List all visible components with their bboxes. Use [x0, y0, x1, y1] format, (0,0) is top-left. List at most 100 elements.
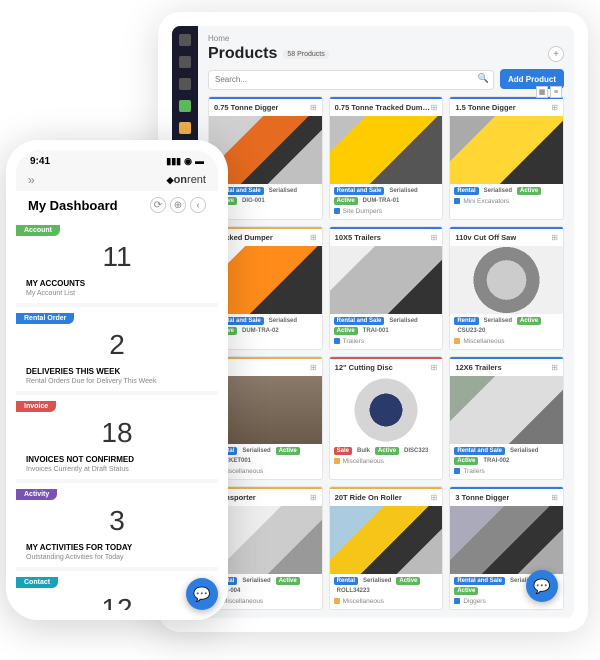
- product-code: CSU23-20: [454, 327, 488, 335]
- wifi-icon: ◉: [184, 156, 192, 167]
- product-grid: 0.75 Tonne Digger⊞ Rental and SaleSerial…: [208, 96, 564, 610]
- product-name: 3 Tonne Digger: [455, 493, 509, 502]
- product-category[interactable]: Mini Excavators: [450, 198, 563, 209]
- product-image: [330, 506, 443, 574]
- nav-icon[interactable]: [179, 34, 191, 46]
- settings-icon[interactable]: ⊕: [170, 197, 186, 213]
- product-name: 12" Cutting Disc: [335, 363, 393, 372]
- more-icon[interactable]: ⊞: [551, 363, 558, 372]
- more-icon[interactable]: ⊞: [310, 493, 317, 502]
- dashboard-sections: Account 11 MY ACCOUNTS My Account List R…: [16, 219, 218, 610]
- product-tag: Rental: [454, 317, 478, 325]
- more-icon[interactable]: ⊞: [551, 233, 558, 242]
- product-name: 12X6 Trailers: [455, 363, 501, 372]
- status-bar: 9:41 ▮▮▮ ◉ ▬: [16, 150, 218, 169]
- section-subtitle: My Account List: [16, 290, 218, 303]
- dashboard-section[interactable]: Rental Order 2 DELIVERIES THIS WEEK Rent…: [16, 307, 218, 391]
- product-name: 1.5 Tonne Digger: [455, 103, 515, 112]
- more-icon[interactable]: ⊞: [551, 493, 558, 502]
- product-category[interactable]: Trailers: [450, 468, 563, 479]
- dashboard-section[interactable]: Activity 3 MY ACTIVITIES FOR TODAY Outst…: [16, 483, 218, 567]
- tag-row: Rental and SaleSerialisedActiveDUM-TRA-0…: [330, 184, 443, 208]
- more-icon[interactable]: ⊞: [310, 103, 317, 112]
- section-count: 18: [16, 413, 218, 453]
- product-category[interactable]: Miscellaneous: [330, 598, 443, 609]
- product-card[interactable]: 0.75 Tonne Tracked Dumper⊞ Rental and Sa…: [329, 96, 444, 220]
- refresh-icon[interactable]: ⟳: [150, 197, 166, 213]
- product-tag: Rental and Sale: [454, 447, 505, 455]
- product-card[interactable]: 10X5 Trailers⊞ Rental and SaleSerialised…: [329, 226, 444, 350]
- product-tag: Active: [454, 457, 478, 465]
- product-tag: Serialised: [360, 577, 394, 585]
- product-category[interactable]: Miscellaneous: [330, 458, 443, 469]
- product-card[interactable]: 12" Cutting Disc⊞ SaleBulkActiveDISC323 …: [329, 356, 444, 480]
- product-category[interactable]: Trailers: [330, 338, 443, 349]
- section-count: 2: [16, 325, 218, 365]
- section-tab: Rental Order: [16, 313, 74, 324]
- product-category[interactable]: Miscellaneous: [450, 338, 563, 349]
- more-icon[interactable]: ⊞: [431, 363, 438, 372]
- main-content: Home Products 58 Products + 🔍 Add Produc…: [198, 26, 574, 618]
- product-code: DUM-TRA-02: [239, 327, 282, 335]
- product-tag: Bulk: [354, 447, 373, 455]
- section-label: MY ACTIVITIES FOR TODAY: [16, 541, 218, 554]
- product-code: DUM-TRA-01: [360, 197, 403, 205]
- tag-row: Rental and SaleSerialisedActiveTRAI-002: [450, 444, 563, 468]
- product-tag: Serialised: [266, 187, 300, 195]
- more-icon[interactable]: ⊞: [551, 103, 558, 112]
- product-tag: Rental and Sale: [334, 317, 385, 325]
- section-tab: Account: [16, 225, 60, 236]
- grid-view-icon[interactable]: ▦: [536, 86, 548, 98]
- tablet-screen: Home Products 58 Products + 🔍 Add Produc…: [172, 26, 574, 618]
- search-icon[interactable]: 🔍: [478, 73, 489, 84]
- phone-screen: 9:41 ▮▮▮ ◉ ▬ » ◆onrent My Dashboard ⟳ ⊕ …: [16, 150, 218, 610]
- tag-row: RentalSerialisedActiveCSU23-20: [450, 314, 563, 338]
- product-category[interactable]: Site Dumpers: [330, 208, 443, 219]
- product-card[interactable]: 1.5 Tonne Digger⊞ RentalSerialisedActive…: [449, 96, 564, 220]
- more-icon[interactable]: ⊞: [310, 233, 317, 242]
- product-tag: Active: [334, 197, 358, 205]
- product-tag: Rental: [454, 187, 478, 195]
- section-tab: Contact: [16, 577, 58, 588]
- more-icon[interactable]: ⊞: [431, 103, 438, 112]
- nav-icon[interactable]: [179, 100, 191, 112]
- product-tag: Active: [517, 187, 541, 195]
- list-view-icon[interactable]: ≡: [550, 86, 562, 98]
- section-label: INVOICES NOT CONFIRMED: [16, 453, 218, 466]
- tag-row: RentalSerialisedActiveROLL34223: [330, 574, 443, 598]
- product-tag: Active: [375, 447, 399, 455]
- brand-logo: ◆onrent: [167, 174, 206, 186]
- breadcrumb[interactable]: Home: [208, 34, 564, 43]
- phone-mockup: 9:41 ▮▮▮ ◉ ▬ » ◆onrent My Dashboard ⟳ ⊕ …: [6, 140, 228, 620]
- nav-icon[interactable]: [179, 56, 191, 68]
- product-card[interactable]: 20T Ride On Roller⊞ RentalSerialisedActi…: [329, 486, 444, 610]
- section-count: 11: [16, 237, 218, 277]
- product-tag: Active: [276, 447, 300, 455]
- product-tag: Serialised: [386, 317, 420, 325]
- nav-icon[interactable]: [179, 78, 191, 90]
- chat-bubble-icon[interactable]: 💬: [526, 570, 558, 602]
- more-icon[interactable]: ⊞: [310, 363, 317, 372]
- product-name: 0.75 Tonne Digger: [214, 103, 278, 112]
- product-image: [450, 116, 563, 184]
- product-image: [330, 246, 443, 314]
- menu-icon[interactable]: »: [28, 173, 35, 187]
- add-circle-button[interactable]: +: [548, 46, 564, 62]
- nav-icon[interactable]: [179, 122, 191, 134]
- tag-row: SaleBulkActiveDISC323: [330, 444, 443, 458]
- section-count: 3: [16, 501, 218, 541]
- more-icon[interactable]: ⊞: [431, 493, 438, 502]
- product-card[interactable]: 110v Cut Off Saw⊞ RentalSerialisedActive…: [449, 226, 564, 350]
- product-tag: Serialised: [507, 447, 541, 455]
- dashboard-section[interactable]: Account 11 MY ACCOUNTS My Account List: [16, 219, 218, 303]
- product-card[interactable]: 12X6 Trailers ⊞ Rental and SaleSerialised…: [449, 356, 564, 480]
- more-icon[interactable]: ⊞: [431, 233, 438, 242]
- product-tag: Serialised: [386, 187, 420, 195]
- expand-icon[interactable]: ‹: [190, 197, 206, 213]
- dashboard-section[interactable]: Invoice 18 INVOICES NOT CONFIRMED Invoic…: [16, 395, 218, 479]
- section-tab: Activity: [16, 489, 57, 500]
- search-input[interactable]: [208, 70, 494, 90]
- section-tab: Invoice: [16, 401, 56, 412]
- chat-bubble-icon[interactable]: 💬: [186, 578, 218, 610]
- product-tag: Active: [454, 587, 478, 595]
